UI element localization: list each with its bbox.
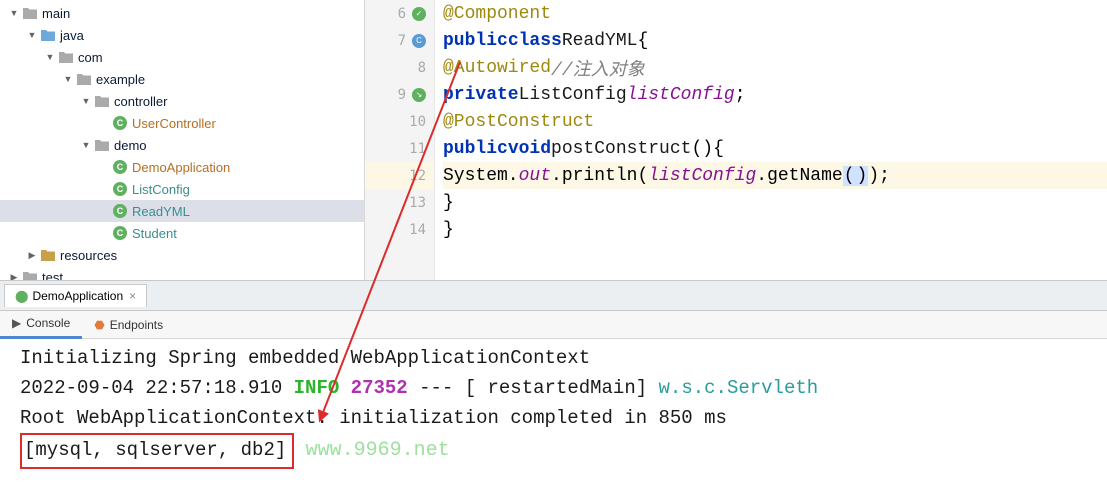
run-tab-demoapplication[interactable]: ⬤ DemoApplication × [4,284,147,307]
tree-label: resources [60,248,117,263]
folder-icon [40,247,56,263]
tab-endpoints[interactable]: ⬣ Endpoints [82,312,175,338]
endpoints-icon: ⬣ [94,318,104,332]
line-number: 10 [409,114,426,130]
tree-item-example[interactable]: ▼ example [0,68,364,90]
tab-label: Endpoints [110,318,163,332]
console-line: Initializing Spring embedded WebApplicat… [20,343,1087,373]
package-icon [94,137,110,153]
line-number: 14 [409,222,426,238]
tree-label: java [60,28,84,43]
chevron-down-icon: ▼ [44,52,56,62]
tab-console[interactable]: ▶ Console [0,310,82,339]
line-number: 6 [398,6,406,22]
chevron-down-icon: ▼ [80,140,92,150]
run-tool-window: ⬤ DemoApplication × ▶ Console ⬣ Endpoint… [0,280,1107,473]
tree-label: main [42,6,70,21]
console-output[interactable]: Initializing Spring embedded WebApplicat… [0,339,1107,473]
tree-item-test[interactable]: ▶ test [0,266,364,280]
tree-label: Student [132,226,177,241]
tree-label: example [96,72,145,87]
chevron-down-icon: ▼ [8,8,20,18]
editor-gutter: 6 ✓ 7C 8 9 ↘ 10 11 12 13 14 [365,0,435,280]
chevron-down-icon: ▼ [80,96,92,106]
folder-icon [40,27,56,43]
tree-label: ListConfig [132,182,190,197]
line-number: 11 [409,141,426,157]
class-icon: C [112,225,128,241]
tree-label: controller [114,94,167,109]
folder-icon [22,269,38,280]
tree-item-java[interactable]: ▼ java [0,24,364,46]
package-icon [94,93,110,109]
tree-item-resources[interactable]: ▶ resources [0,244,364,266]
package-icon [58,49,74,65]
run-tabs-bar: ⬤ DemoApplication × [0,281,1107,311]
highlighted-output: [mysql, sqlserver, db2] [24,439,286,461]
console-line: Root WebApplicationContext: initializati… [20,403,1087,433]
console-line: [mysql, sqlserver, db2] www.9969.net [20,433,1087,469]
line-number: 7 [398,33,406,49]
tree-item-com[interactable]: ▼ com [0,46,364,68]
tree-item-demoapplication[interactable]: C DemoApplication [0,156,364,178]
tree-label: test [42,270,63,281]
run-tab-label: DemoApplication [32,289,123,303]
tree-item-main[interactable]: ▼ main [0,2,364,24]
tab-label: Console [26,316,70,330]
line-number: 9 [398,87,406,103]
console-icon: ▶ [12,316,21,330]
sub-tabs: ▶ Console ⬣ Endpoints [0,311,1107,339]
class-icon: C [112,203,128,219]
chevron-right-icon: ▶ [26,250,38,261]
tree-item-listconfig[interactable]: C ListConfig [0,178,364,200]
tree-item-controller[interactable]: ▼ controller [0,90,364,112]
line-number: 8 [418,60,426,76]
console-line: 2022-09-04 22:57:18.910 INFO 27352 --- [… [20,373,1087,403]
class-icon: C [112,159,128,175]
bean-icon: C [412,34,426,48]
close-icon[interactable]: × [129,289,136,303]
tree-label: com [78,50,103,65]
tree-label: ReadYML [132,204,190,219]
line-number: 12 [409,168,426,184]
folder-icon [22,5,38,21]
chevron-down-icon: ▼ [26,30,38,40]
code-editor[interactable]: 6 ✓ 7C 8 9 ↘ 10 11 12 13 14 @Component pub… [365,0,1107,280]
tree-item-usercontroller[interactable]: C UserController [0,112,364,134]
bean-icon: ✓ [412,7,426,21]
chevron-right-icon: ▶ [8,272,20,281]
tree-item-student[interactable]: C Student [0,222,364,244]
chevron-down-icon: ▼ [62,74,74,84]
project-tree[interactable]: ▼ main ▼ java ▼ com ▼ example ▼ controll… [0,0,365,280]
tree-label: DemoApplication [132,160,230,175]
class-icon: C [112,115,128,131]
package-icon [76,71,92,87]
editor-content[interactable]: @Component public class ReadYML { @Autow… [435,0,1107,280]
tree-label: demo [114,138,147,153]
bean-icon: ↘ [412,88,426,102]
tree-label: UserController [132,116,216,131]
line-number: 13 [409,195,426,211]
watermark: www.9969.net [306,439,450,462]
tree-item-readyml[interactable]: C ReadYML [0,200,364,222]
spring-icon: ⬤ [15,289,28,303]
class-icon: C [112,181,128,197]
tree-item-demo[interactable]: ▼ demo [0,134,364,156]
